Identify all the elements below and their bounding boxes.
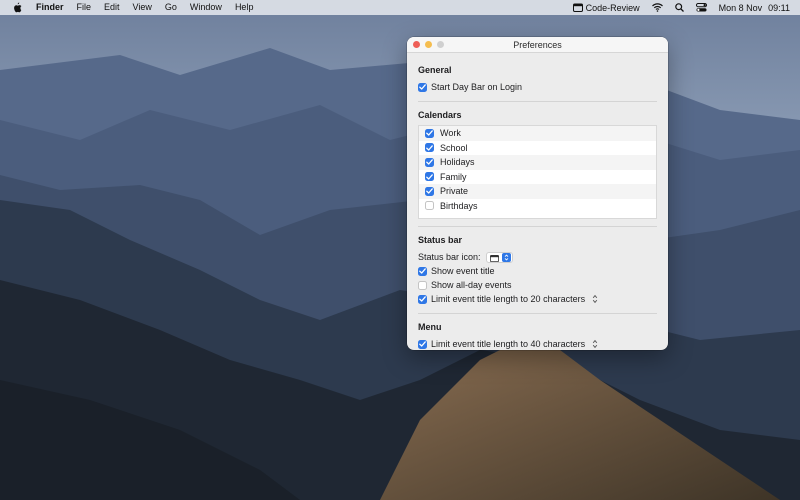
window-titlebar[interactable]: Preferences (407, 37, 668, 53)
calendar-item-birthdays[interactable]: Birthdays (419, 198, 656, 213)
status-bar-icon-select[interactable] (485, 251, 513, 263)
menu-limit-title-label: Limit event title length to 40 character… (431, 339, 586, 349)
section-divider (418, 226, 657, 227)
status-item-code-review[interactable]: Code-Review (572, 2, 640, 13)
window-controls (413, 41, 449, 48)
show-event-title-label: Show event title (431, 266, 495, 276)
section-title-general: General (418, 65, 452, 75)
zoom-button[interactable] (437, 41, 444, 48)
calendar-item-family[interactable]: Family (419, 169, 656, 184)
calendar-label: Birthdays (440, 200, 478, 211)
menu-window[interactable]: Window (190, 0, 222, 15)
calendar-icon (489, 254, 499, 262)
menu-edit[interactable]: Edit (104, 0, 120, 15)
status-bar-icon-row: Status bar icon: (418, 250, 657, 264)
chevron-up-down-icon (501, 252, 511, 262)
wifi-icon[interactable] (651, 3, 663, 12)
calendar-item-holidays[interactable]: Holidays (419, 155, 656, 170)
start-on-login-label: Start Day Bar on Login (431, 82, 523, 92)
control-center-icon[interactable] (695, 3, 707, 12)
apple-logo-icon[interactable] (13, 2, 23, 13)
calendar-checkbox-birthdays[interactable] (425, 201, 434, 211)
clock-date: Mon 8 Nov (718, 2, 763, 13)
status-bar-icon-label: Status bar icon: (418, 252, 481, 262)
section-divider (418, 313, 657, 314)
section-title-calendars: Calendars (418, 110, 462, 120)
clock-time: 09:11 (768, 2, 790, 13)
window-title: Preferences (513, 39, 562, 50)
menu-limit-title-checkbox[interactable] (418, 339, 427, 349)
menu-app-finder[interactable]: Finder (36, 0, 64, 15)
preferences-window: Preferences General Start Day Bar on Log… (407, 37, 668, 350)
show-all-day-option[interactable]: Show all-day events (418, 278, 657, 292)
section-divider (418, 101, 657, 102)
menu-file[interactable]: File (77, 0, 92, 15)
show-all-day-label: Show all-day events (431, 280, 512, 290)
calendar-checkbox-holidays[interactable] (425, 157, 434, 167)
calendar-label: Holidays (440, 157, 475, 168)
show-all-day-checkbox[interactable] (418, 280, 427, 290)
calendar-checkbox-private[interactable] (425, 186, 434, 196)
menu-limit-stepper[interactable] (591, 339, 599, 350)
show-event-title-checkbox[interactable] (418, 266, 427, 276)
show-event-title-option[interactable]: Show event title (418, 264, 657, 278)
calendar-checkbox-work[interactable] (425, 128, 434, 138)
calendar-icon (572, 3, 583, 12)
desktop-wallpaper (0, 0, 800, 500)
status-limit-title-checkbox[interactable] (418, 294, 427, 304)
menu-limit-title-option[interactable]: Limit event title length to 40 character… (418, 337, 657, 350)
calendar-list[interactable]: Work School Holidays Family Private Birt… (418, 125, 657, 219)
status-item-label: Code-Review (585, 2, 640, 13)
menu-go[interactable]: Go (165, 0, 177, 15)
status-limit-title-label: Limit event title length to 20 character… (431, 294, 586, 304)
menu-bar-clock[interactable]: Mon 8 Nov 09:11 (719, 3, 790, 13)
calendar-checkbox-school[interactable] (425, 143, 434, 153)
menu-help[interactable]: Help (235, 0, 254, 15)
calendar-label: Work (440, 128, 461, 139)
calendar-label: Family (440, 171, 467, 182)
calendar-item-private[interactable]: Private (419, 184, 656, 199)
calendar-item-school[interactable]: School (419, 140, 656, 155)
menu-view[interactable]: View (133, 0, 152, 15)
status-limit-title-option[interactable]: Limit event title length to 20 character… (418, 292, 657, 306)
calendar-label: School (440, 142, 468, 153)
status-limit-stepper[interactable] (591, 294, 599, 305)
start-on-login-checkbox[interactable] (418, 82, 427, 92)
calendar-label: Private (440, 186, 469, 197)
section-title-menu: Menu (418, 322, 442, 332)
calendar-checkbox-family[interactable] (425, 172, 434, 182)
start-on-login-option[interactable]: Start Day Bar on Login (418, 80, 657, 94)
close-button[interactable] (413, 41, 420, 48)
menu-bar: Finder File Edit View Go Window Help Cod… (0, 0, 800, 15)
minimize-button[interactable] (425, 41, 432, 48)
search-icon[interactable] (674, 3, 684, 12)
section-title-status-bar: Status bar (418, 235, 463, 245)
calendar-item-work[interactable]: Work (419, 126, 656, 141)
